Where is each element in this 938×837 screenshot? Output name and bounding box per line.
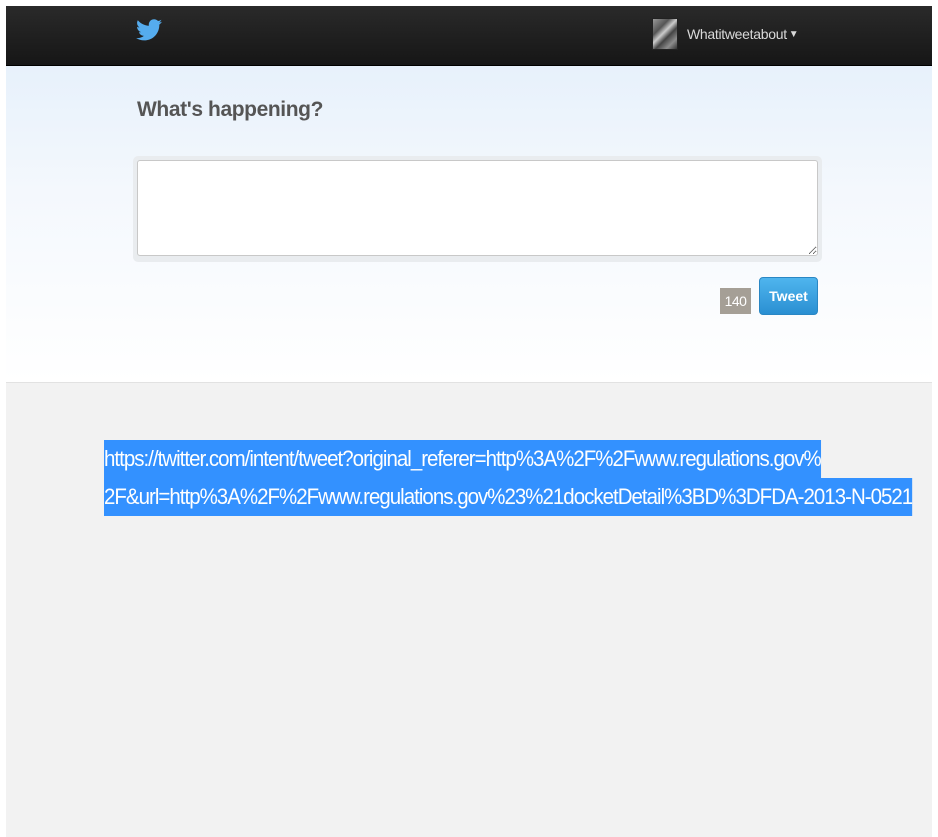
caret-down-icon: ▼ — [788, 28, 799, 40]
url-line-1: https://twitter.com/intent/tweet?origina… — [104, 440, 822, 478]
tweet-box-container — [133, 156, 822, 262]
selected-url-text[interactable]: https://twitter.com/intent/tweet?origina… — [104, 440, 913, 516]
user-menu[interactable]: Whatitweetabout ▼ — [652, 17, 799, 51]
tweet-textarea[interactable] — [137, 160, 818, 256]
character-counter: 140 — [720, 288, 751, 314]
avatar — [652, 18, 678, 50]
top-navigation-bar: Whatitweetabout ▼ — [6, 6, 932, 66]
page-title: What's happening? — [137, 98, 324, 121]
url-line-2: 2F&url=http%3A%2F%2Fwww.regulations.gov%… — [104, 478, 913, 516]
tweet-composer: What's happening? 140 Tweet — [6, 66, 932, 383]
username: Whatitweetabout — [687, 26, 787, 42]
browser-viewport: Whatitweetabout ▼ What's happening? 140 … — [6, 6, 932, 837]
twitter-bird-icon[interactable] — [136, 18, 162, 42]
tweet-button[interactable]: Tweet — [759, 277, 818, 315]
